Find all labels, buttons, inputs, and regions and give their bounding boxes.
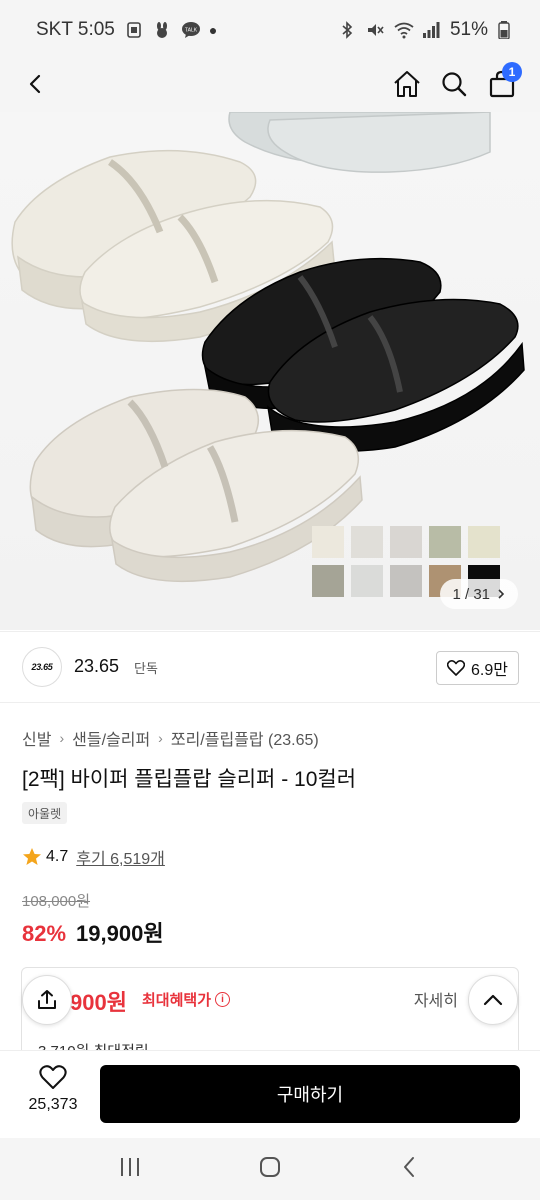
exclusive-tag: 단독: [134, 661, 158, 676]
sale-price: 19,900원: [76, 921, 164, 946]
battery-icon: [498, 21, 516, 40]
chevron-up-icon: [483, 994, 503, 1006]
back-nav-icon: [404, 1156, 414, 1177]
share-icon: [38, 990, 56, 1009]
wish-count: 25,373: [28, 1096, 78, 1113]
brand-like-count: 6.9만: [471, 662, 508, 679]
color-swatch[interactable]: [390, 565, 422, 597]
benefit-label: 최대혜택가 i: [142, 989, 231, 1010]
discount-rate: 82%: [22, 921, 67, 946]
breadcrumb-item[interactable]: 샌들/슬리퍼: [72, 726, 150, 750]
more-notifications-dot: ●: [208, 22, 218, 38]
home-icon: [394, 71, 420, 97]
home-circle-icon: [260, 1156, 280, 1177]
brand-row: 23.65 23.65 단독 6.9만: [0, 631, 540, 703]
brand-logo[interactable]: 23.65: [22, 647, 62, 687]
scroll-top-button[interactable]: [468, 975, 518, 1025]
color-swatch[interactable]: [429, 526, 461, 558]
cart-count-badge: 1: [502, 62, 522, 82]
search-icon: [442, 72, 467, 97]
product-title: [2팩] 바이퍼 플립플랍 슬리퍼 - 10컬러: [22, 768, 357, 791]
color-swatch[interactable]: [351, 565, 383, 597]
image-counter-text: 1 / 31: [452, 585, 490, 603]
home-nav-button[interactable]: [258, 1155, 282, 1184]
heart-outline-icon: [447, 660, 466, 676]
home-button[interactable]: [385, 62, 429, 106]
color-swatch[interactable]: [390, 526, 422, 558]
back-nav-button[interactable]: [398, 1155, 422, 1184]
rating-row: 4.7 후기 6,519개: [22, 845, 165, 869]
original-price: 108,000원: [22, 893, 91, 910]
cart-button[interactable]: 1: [480, 62, 524, 106]
breadcrumb-item[interactable]: 쪼리/플립플랍 (23.65): [171, 726, 319, 750]
notification-app-icon: [125, 21, 143, 39]
info-icon[interactable]: i: [215, 992, 231, 1007]
wish-button[interactable]: 25,373: [18, 1065, 88, 1114]
image-counter[interactable]: 1 / 31: [440, 579, 518, 609]
svg-text:TALK: TALK: [185, 28, 198, 34]
wifi-icon: [394, 21, 414, 39]
benefit-price: 900원: [70, 990, 127, 1015]
benefit-label-text: 최대혜택가: [142, 992, 212, 1009]
max-benefit-box[interactable]: 900원 최대혜택가 i 자세히 3,710원 최대적립: [21, 967, 519, 1057]
price-row: 82% 19,900원: [22, 916, 164, 948]
buy-button[interactable]: 구매하기: [100, 1065, 520, 1123]
status-bar: SKT 5:05 TALK ● 51%: [0, 0, 540, 60]
benefit-detail-link[interactable]: 자세히: [414, 987, 458, 1011]
battery-level: 51%: [449, 19, 488, 40]
color-swatch[interactable]: [312, 565, 344, 597]
purchase-bar: 25,373 구매하기: [0, 1050, 540, 1138]
signal-icon: [422, 21, 440, 39]
heart-outline-icon: [39, 1065, 67, 1089]
carrier-time: SKT 5:05: [36, 19, 115, 40]
breadcrumb-item[interactable]: 신발: [22, 726, 51, 750]
chevron-left-icon: [29, 74, 41, 94]
recent-apps-button[interactable]: [118, 1156, 142, 1183]
share-button[interactable]: [22, 975, 72, 1025]
rabbit-icon: [153, 21, 171, 39]
color-swatch[interactable]: [351, 526, 383, 558]
breadcrumb: 신발 › 샌들/슬리퍼 › 쪼리/플립플랍 (23.65): [22, 726, 319, 750]
brand-like-button[interactable]: 6.9만: [436, 651, 519, 685]
brand-logo-text: 23.65: [31, 662, 53, 672]
color-swatch[interactable]: [312, 526, 344, 558]
system-nav-bar: [0, 1138, 540, 1200]
chevron-right-icon: ›: [158, 730, 163, 746]
talk-icon: TALK: [181, 21, 200, 39]
top-header: 1: [0, 60, 540, 112]
chevron-right-icon: [498, 589, 505, 599]
star-icon: [23, 848, 41, 865]
product-image-gallery[interactable]: 1 / 31: [0, 112, 540, 630]
rating-value: 4.7: [46, 848, 69, 865]
brand-name[interactable]: 23.65: [74, 656, 119, 677]
outlet-badge: 아울렛: [22, 802, 68, 824]
search-button[interactable]: [432, 62, 476, 106]
bluetooth-icon: [338, 21, 356, 39]
review-link[interactable]: 후기 6,519개: [76, 845, 165, 869]
color-swatch[interactable]: [468, 526, 500, 558]
mute-icon: [366, 21, 384, 39]
back-button[interactable]: [14, 62, 58, 106]
chevron-right-icon: ›: [59, 730, 65, 746]
recent-apps-icon: [121, 1157, 139, 1176]
